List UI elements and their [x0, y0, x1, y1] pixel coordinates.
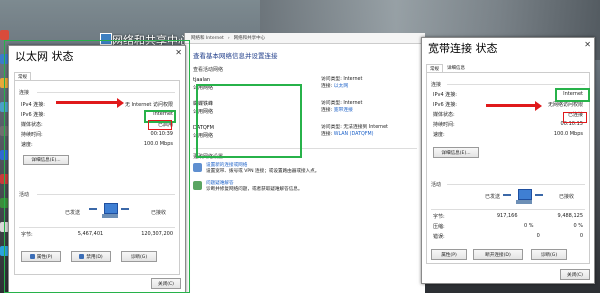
disconnect-button[interactable]: 断开连接(D) [473, 249, 523, 260]
properties-button[interactable]: 属性(P) [431, 249, 467, 260]
network-computer-icon [503, 189, 543, 205]
highlight-box [555, 88, 590, 102]
details-button-label: 详细信息(E)... [441, 150, 471, 156]
access-value: Internet [343, 101, 363, 106]
stats-received: 0 % [573, 223, 583, 229]
stats-sent: 0 % [523, 223, 534, 229]
status-key: IPv4 连接: [433, 92, 457, 98]
active-networks-label: 查看活动网络 [193, 67, 224, 73]
stats-sent: 917,166 [496, 213, 518, 219]
connection-link-broadband[interactable]: 宽带连接 [334, 108, 353, 113]
highlight-box-red [563, 112, 587, 123]
breadcrumb-center[interactable]: 网络和共享中心 [234, 35, 266, 41]
setting-description: 诊断并修复网络问题，或者获取疑难解答信息。 [206, 187, 303, 192]
diagnose-button[interactable]: 诊断(G) [531, 249, 567, 260]
details-button[interactable]: 详细信息(E)... [433, 147, 479, 158]
activity-group-label: 活动 [431, 182, 442, 188]
properties-label: 属性(P) [441, 252, 457, 258]
arrow-annotation [486, 100, 542, 111]
broadband-status-dialog: 宽带连接 状态 ✕ 常规 详细信息 连接 IPv4 连接: Internet I… [421, 37, 595, 284]
disconnect-label: 断开连接(D) [485, 252, 511, 258]
sent-label: 已发送 [485, 194, 501, 200]
access-label: 访问类型: [321, 101, 342, 106]
access-label: 访问类型: [321, 77, 342, 82]
stats-key: 字节: [433, 214, 445, 220]
status-row: 速度: 100.0 Mbps [433, 131, 583, 138]
dialog-highlight-box [4, 40, 190, 293]
access-value: 无法连接到 Internet [343, 125, 388, 130]
setting-title[interactable]: 设置新的连接或网络 [206, 163, 247, 168]
connection-label: 连接: [321, 132, 333, 137]
network-sharing-center-window: 网络和 Internet › 网络和共享中心 查看基本网络信息并设置连接 查看活… [184, 33, 425, 293]
access-label: 访问类型: [321, 125, 342, 130]
close-icon[interactable]: ✕ [584, 40, 591, 49]
breadcrumb-separator: › [227, 35, 230, 41]
troubleshoot-icon [193, 181, 202, 190]
divider [447, 84, 585, 85]
divider [431, 209, 585, 210]
address-bar[interactable]: 网络和 Internet › 网络和共享中心 [185, 33, 425, 44]
status-key: 媒体状态: [433, 112, 455, 118]
page-heading: 查看基本网络信息并设置连接 [193, 52, 278, 60]
setting-item[interactable]: 问题疑难解答 诊断并修复网络问题，或者获取疑难解答信息。 [193, 181, 417, 193]
diagnose-label: 诊断(G) [540, 252, 558, 258]
stats-row: 错误: 0 0 [433, 233, 583, 240]
close-button[interactable]: 关闭(C) [560, 269, 590, 280]
highlight-box [196, 84, 302, 158]
connection-link-wlan[interactable]: WLAN (DATQFM) [334, 132, 374, 137]
status-row: 持续时间: 00:10:15 [433, 121, 583, 128]
network-name: tjaalan [193, 77, 211, 83]
access-value: Internet [343, 77, 363, 82]
close-label: 关闭(C) [567, 272, 583, 278]
stats-key: 错误: [433, 234, 445, 240]
dialog-title: 宽带连接 状态 [428, 42, 498, 55]
setting-title[interactable]: 问题疑难解答 [206, 181, 234, 186]
setting-item[interactable]: 设置新的连接或网络 设置宽带、拨号或 VPN 连接；或设置路由器或接入点。 [193, 163, 417, 175]
connection-link-ethernet[interactable]: 以太网 [334, 84, 348, 89]
divider [447, 184, 585, 185]
connection-label: 连接: [321, 108, 333, 113]
status-value: 100.0 Mbps [553, 131, 583, 137]
stats-received: 9,488,125 [557, 213, 583, 219]
new-connection-icon [193, 163, 202, 172]
breadcrumb-network[interactable]: 网络和 Internet [191, 35, 224, 41]
connection-group-label: 连接 [431, 82, 442, 88]
status-value: 无网络访问权限 [547, 102, 583, 108]
setting-description: 设置宽带、拨号或 VPN 连接；或设置路由器或接入点。 [206, 169, 320, 174]
stats-row: 压缩: 0 % 0 % [433, 223, 583, 230]
stats-sent: 0 [536, 233, 540, 239]
status-key: 速度: [433, 132, 445, 138]
stats-row: 字节: 917,166 9,488,125 [433, 213, 583, 220]
connection-label: 连接: [321, 84, 333, 89]
tab-details[interactable]: 详细信息 [444, 64, 468, 72]
status-key: IPv6 连接: [433, 102, 457, 108]
received-label: 已接收 [559, 194, 575, 200]
stats-key: 压缩: [433, 224, 445, 230]
desktop-icon[interactable] [0, 30, 9, 40]
status-row: 媒体状态: 已连接 [433, 111, 583, 118]
status-key: 持续时间: [433, 122, 455, 128]
stats-received: 0 [579, 233, 583, 239]
